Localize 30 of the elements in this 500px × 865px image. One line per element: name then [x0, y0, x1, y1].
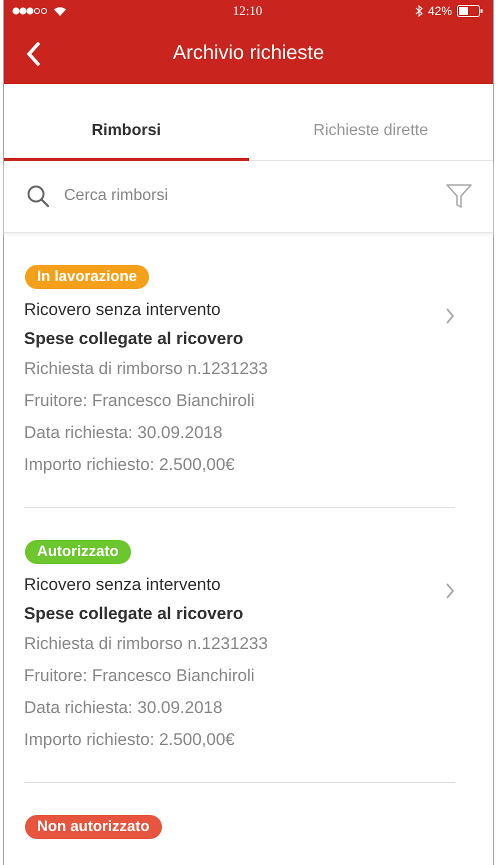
request-title: Ricovero senza intervento [24, 574, 222, 596]
request-subtitle: Spese collegate al ricovero [24, 603, 244, 625]
request-detail: Data richiesta: 30.09.2018 [24, 422, 224, 444]
screen-title: Archivio richieste [172, 42, 324, 64]
status-time: 12:10 [232, 3, 262, 19]
battery-percent: 42% [428, 4, 452, 18]
request-detail: Importo richiesto: 2.500,00€ [24, 454, 236, 476]
request-detail: Data richiesta: 30.09.2018 [24, 697, 224, 719]
search-icon [26, 184, 50, 208]
request-detail: Importo richiesto: 2.500,00€ [24, 729, 236, 751]
wifi-icon [53, 6, 67, 16]
filter-button[interactable] [445, 182, 473, 210]
status-badge: Non autorizzato [25, 815, 162, 839]
request-detail: Richiesta di rimborso n.1231233 [24, 633, 269, 655]
request-subtitle: Spese collegate al ricovero [24, 328, 244, 350]
chevron-right-icon[interactable] [445, 582, 455, 600]
chevron-left-icon [26, 42, 40, 66]
signal-icon [12, 7, 48, 15]
search-field[interactable]: Cerca rimborsi [64, 183, 431, 210]
status-badge: Autorizzato [25, 540, 131, 564]
filter-icon [445, 182, 473, 210]
battery-icon [457, 5, 483, 17]
request-detail: Fruitore: Francesco Bianchiroli [24, 390, 256, 412]
request-title: Ricovero senza intervento [24, 299, 222, 321]
request-detail: Richiesta di rimborso n.1231233 [24, 358, 269, 380]
status-badge: In lavorazione [25, 265, 150, 289]
bluetooth-icon [414, 5, 423, 17]
tab[interactable]: Rimborsi [4, 84, 248, 161]
chevron-right-icon[interactable] [445, 307, 455, 325]
request-detail: Fruitore: Francesco Bianchiroli [24, 665, 256, 687]
